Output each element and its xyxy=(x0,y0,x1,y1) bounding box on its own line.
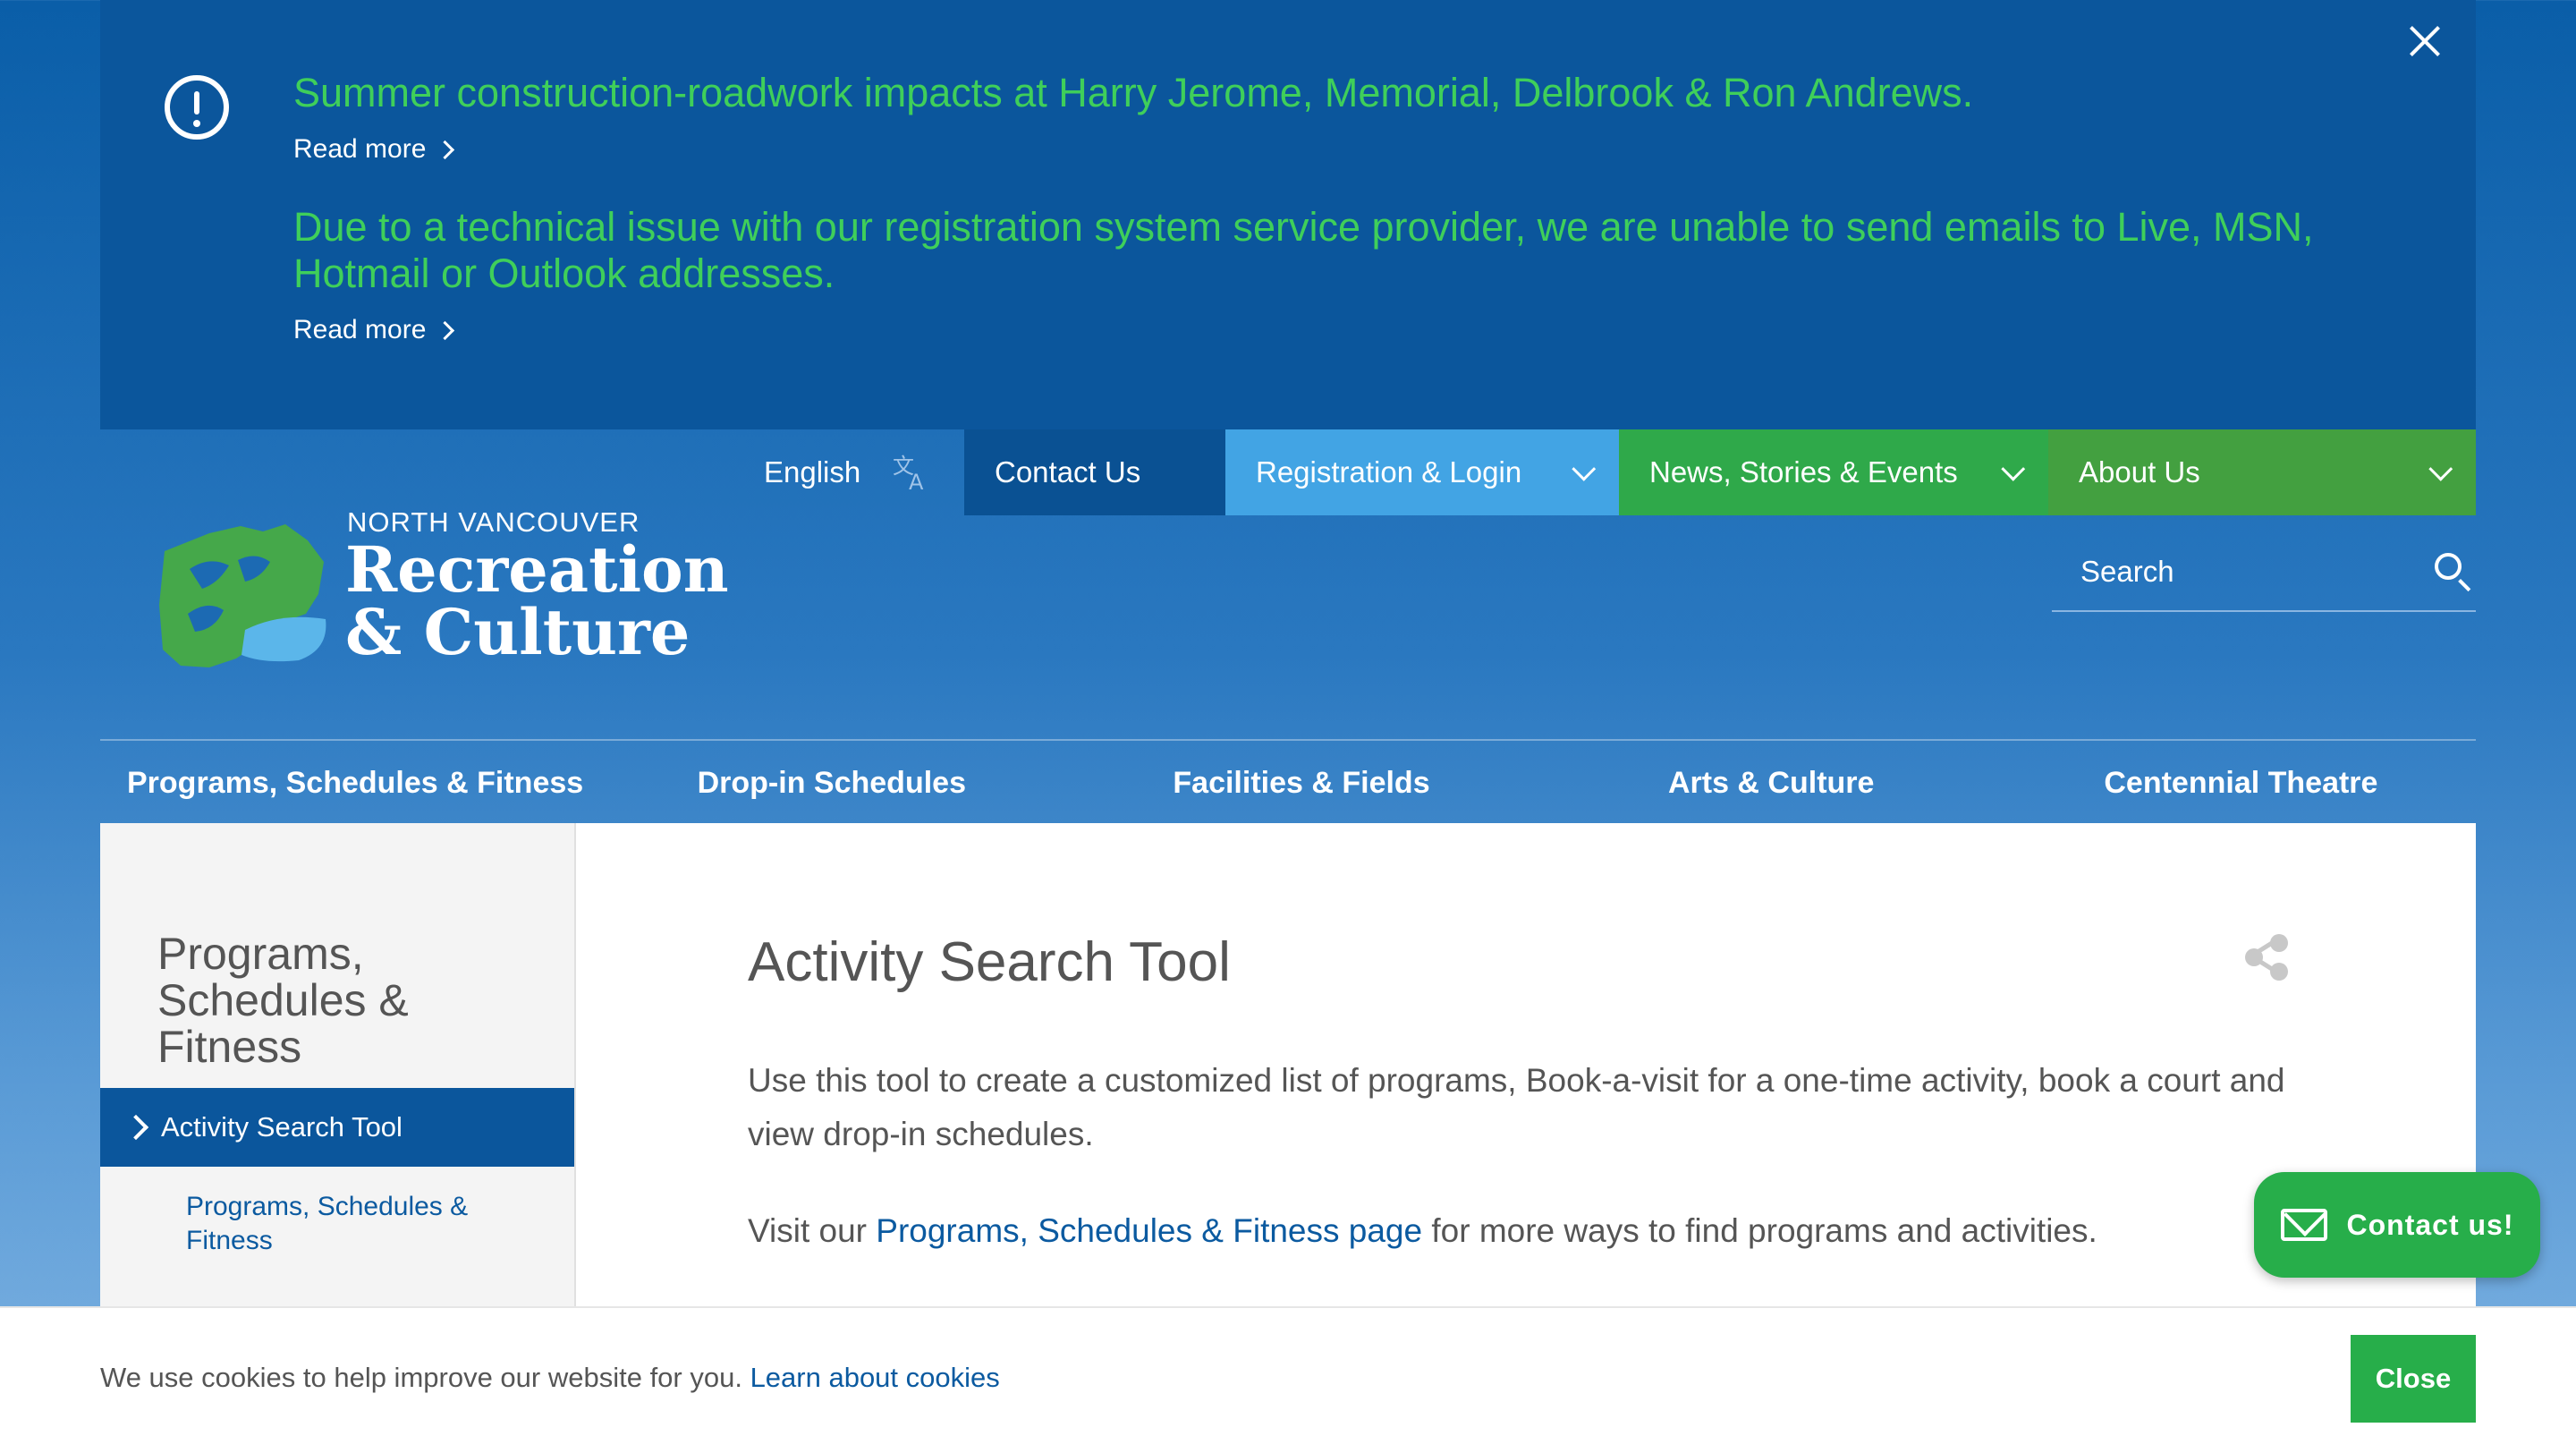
chevron-right-icon xyxy=(436,320,455,340)
sidebar-title: Programs, Schedules & Fitness xyxy=(157,929,409,1072)
contact-us-link[interactable]: Contact Us xyxy=(964,429,1225,515)
read-more-label: Read more xyxy=(293,134,427,164)
nav-facilities-fields[interactable]: Facilities & Fields xyxy=(1066,741,1536,825)
search-box xyxy=(2052,537,2476,612)
read-more-link[interactable]: Read more xyxy=(293,315,455,345)
close-icon[interactable] xyxy=(2404,20,2445,61)
nav-drop-in-schedules[interactable]: Drop-in Schedules xyxy=(597,741,1066,825)
contact-us-label: Contact Us xyxy=(995,455,1141,489)
chevron-down-icon xyxy=(2001,456,2026,481)
translate-icon: 文 A xyxy=(893,454,924,493)
alert-icon xyxy=(165,75,229,140)
nav-arts-culture[interactable]: Arts & Culture xyxy=(1537,741,2006,825)
sidebar: Programs, Schedules & Fitness Activity S… xyxy=(100,823,576,1306)
nav-programs-schedules-fitness[interactable]: Programs, Schedules & Fitness xyxy=(100,741,597,825)
cookie-banner: We use cookies to help improve our websi… xyxy=(0,1306,2576,1453)
utility-nav: English 文 A Contact Us Registration & Lo… xyxy=(100,429,2476,515)
search-input[interactable] xyxy=(2052,537,2422,607)
cookie-close-button[interactable]: Close xyxy=(2351,1335,2476,1423)
contact-us-widget-label: Contact us! xyxy=(2346,1208,2514,1241)
main-content: Activity Search Tool Use this tool to cr… xyxy=(576,823,2476,1306)
page-title: Activity Search Tool xyxy=(748,931,1231,993)
logo-mark-icon xyxy=(159,524,326,667)
site-logo[interactable]: NORTH VANCOUVER Recreation & Culture xyxy=(156,506,729,676)
alert-banner: Summer construction-roadwork impacts at … xyxy=(100,0,2476,429)
mail-icon xyxy=(2280,1209,2327,1241)
language-label: English xyxy=(764,455,861,489)
read-more-label: Read more xyxy=(293,315,427,344)
cookie-text: We use cookies to help improve our websi… xyxy=(100,1362,750,1393)
intro-paragraph: Use this tool to create a customized lis… xyxy=(748,1062,2285,1152)
learn-about-cookies-link[interactable]: Learn about cookies xyxy=(750,1362,1000,1393)
alert-message: Summer construction-roadwork impacts at … xyxy=(293,70,1974,115)
read-more-link[interactable]: Read more xyxy=(293,134,455,165)
nav-centennial-theatre[interactable]: Centennial Theatre xyxy=(2006,741,2476,825)
chevron-down-icon xyxy=(2428,456,2453,481)
about-us-menu[interactable]: About Us xyxy=(2048,429,2476,515)
logo-line-3: & Culture xyxy=(345,595,691,669)
about-label: About Us xyxy=(2079,455,2200,489)
search-icon[interactable] xyxy=(2435,553,2462,580)
programs-page-link[interactable]: Programs, Schedules & Fitness page xyxy=(876,1212,1422,1249)
visit-suffix: for more ways to find programs and activ… xyxy=(1422,1212,2097,1249)
sidebar-item-programs-schedules-fitness[interactable]: Programs, Schedules & Fitness xyxy=(186,1190,544,1258)
alert-message: Due to a technical issue with our regist… xyxy=(293,204,2314,296)
main-nav: Programs, Schedules & Fitness Drop-in Sc… xyxy=(100,739,2476,825)
visit-paragraph: Visit our Programs, Schedules & Fitness … xyxy=(748,1204,2304,1258)
news-label: News, Stories & Events xyxy=(1649,455,1958,489)
sidebar-item-activity-search-tool[interactable]: Activity Search Tool xyxy=(100,1088,574,1167)
news-stories-events-menu[interactable]: News, Stories & Events xyxy=(1619,429,2048,515)
chevron-right-icon xyxy=(123,1114,149,1141)
logo-line-2: Recreation xyxy=(345,532,729,607)
svg-text:A: A xyxy=(909,470,924,493)
sidebar-item-label: Activity Search Tool xyxy=(161,1111,402,1143)
registration-login-menu[interactable]: Registration & Login xyxy=(1225,429,1619,515)
visit-prefix: Visit our xyxy=(748,1212,877,1249)
registration-label: Registration & Login xyxy=(1256,455,1522,489)
chevron-right-icon xyxy=(436,140,455,159)
cookie-message: We use cookies to help improve our websi… xyxy=(100,1362,1000,1394)
share-icon[interactable] xyxy=(2241,929,2292,981)
chevron-down-icon xyxy=(1572,456,1597,481)
contact-us-button[interactable]: Contact us! xyxy=(2254,1172,2540,1278)
